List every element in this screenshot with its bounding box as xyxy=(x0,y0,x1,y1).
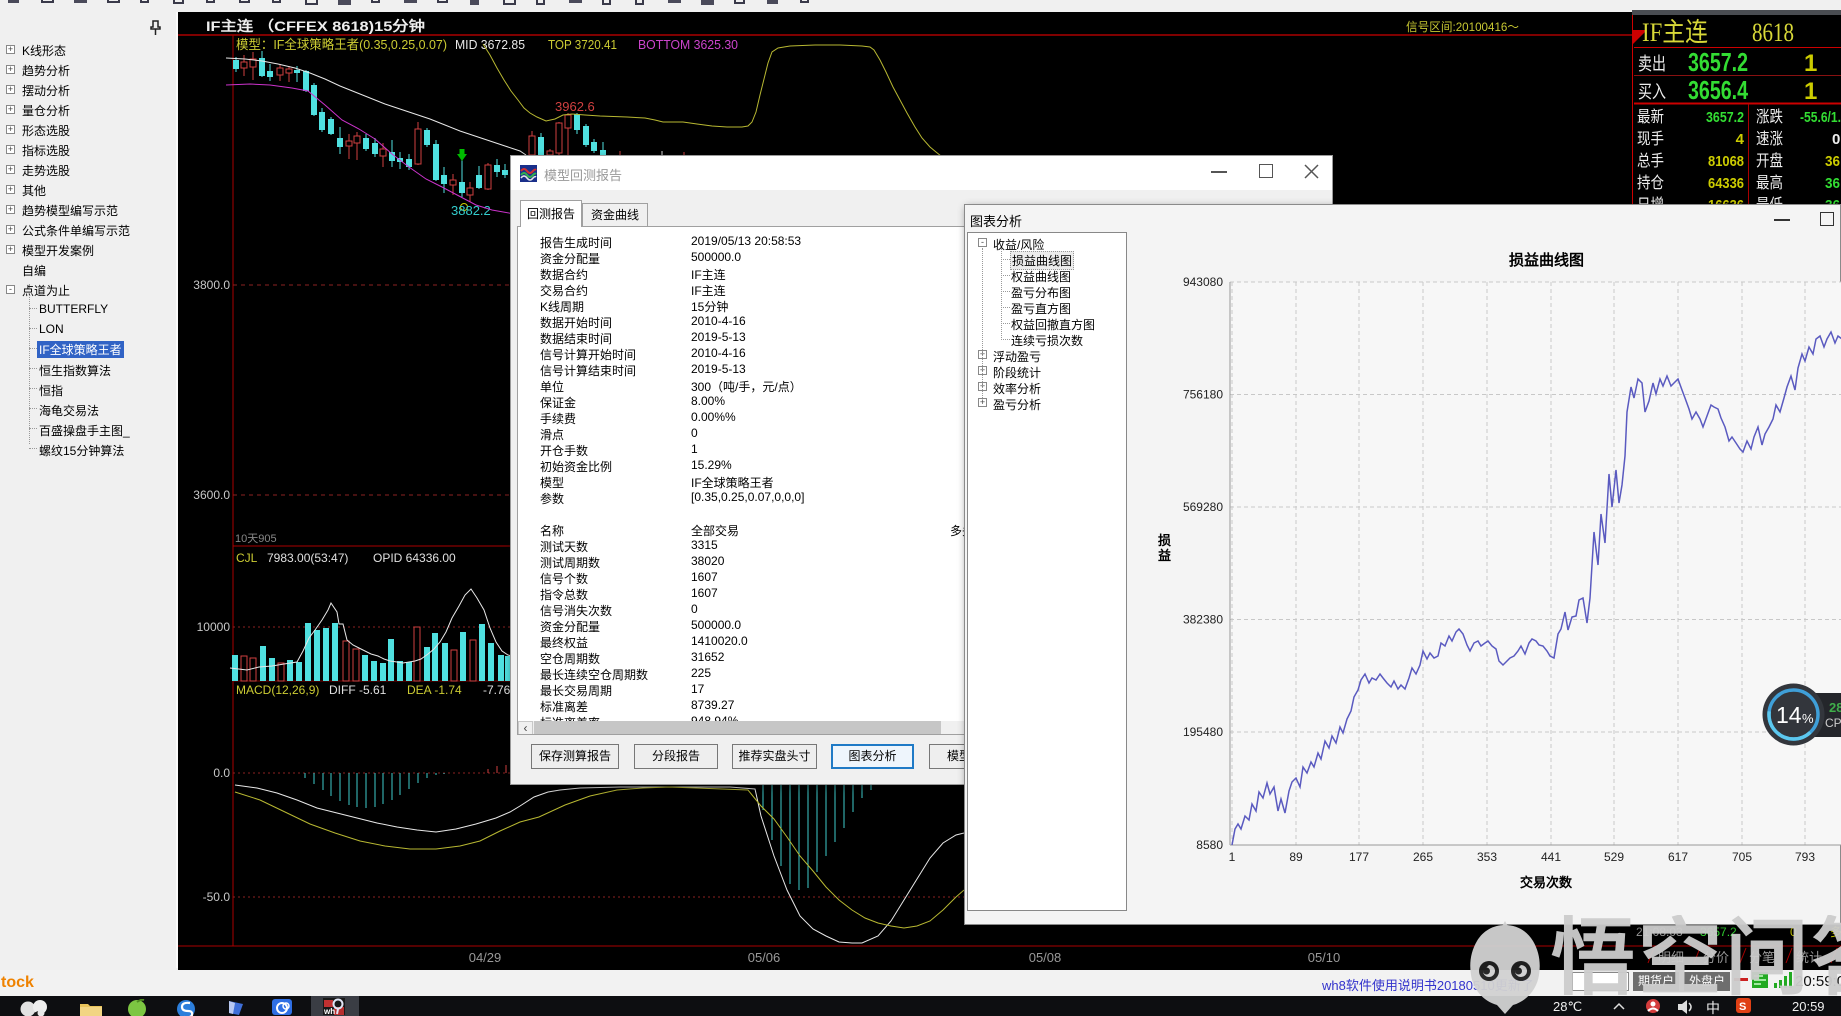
svg-text:现手: 现手 xyxy=(1637,130,1664,148)
svg-text:OPID 64336.00: OPID 64336.00 xyxy=(373,551,456,565)
svg-text:BOTTOM 3625.30: BOTTOM 3625.30 xyxy=(638,37,738,52)
svg-text:涨跌: 涨跌 xyxy=(1756,108,1783,126)
svg-text:10天905: 10天905 xyxy=(235,533,277,545)
svg-text:529: 529 xyxy=(1604,850,1624,864)
svg-text:441: 441 xyxy=(1541,850,1561,864)
svg-text:14: 14 xyxy=(1776,702,1802,728)
svg-text:-55.6/1.: -55.6/1. xyxy=(1800,109,1841,126)
svg-text:损: 损 xyxy=(1158,533,1171,548)
svg-text:05/08: 05/08 xyxy=(1029,950,1062,965)
svg-text:最高: 最高 xyxy=(1756,174,1783,192)
svg-text:3882.2: 3882.2 xyxy=(451,203,491,218)
svg-text:最新: 最新 xyxy=(1637,108,1664,126)
svg-text:3600.0: 3600.0 xyxy=(193,488,230,502)
svg-text:05/06: 05/06 xyxy=(748,950,781,965)
svg-text:wh: wh xyxy=(323,1007,335,1016)
svg-text:756180: 756180 xyxy=(1183,388,1223,402)
svg-text:10000: 10000 xyxy=(197,620,231,634)
svg-text:7983.00(53:47): 7983.00(53:47) xyxy=(267,551,348,565)
svg-text:速涨: 速涨 xyxy=(1756,130,1783,148)
svg-text:CJL: CJL xyxy=(236,551,258,565)
svg-text:DEA -1.74: DEA -1.74 xyxy=(407,683,462,697)
svg-text:793: 793 xyxy=(1795,850,1815,864)
svg-text:353: 353 xyxy=(1477,850,1497,864)
svg-text:IF主连 （CFFEX 8618)15分钟: IF主连 （CFFEX 8618)15分钟 xyxy=(206,18,425,34)
svg-text:64336: 64336 xyxy=(1708,175,1744,192)
svg-text:1: 1 xyxy=(1804,50,1817,77)
svg-text:89: 89 xyxy=(1289,850,1303,864)
svg-text:模型：IF全球策略王者(0.35,0.25,0.07): 模型：IF全球策略王者(0.35,0.25,0.07) xyxy=(236,37,447,52)
svg-text:1: 1 xyxy=(1804,78,1817,105)
svg-text:买入: 买入 xyxy=(1638,82,1666,102)
svg-text:3656.4: 3656.4 xyxy=(1688,75,1748,105)
svg-text:382380: 382380 xyxy=(1183,613,1223,627)
svg-text:195480: 195480 xyxy=(1183,725,1223,739)
svg-text:04/29: 04/29 xyxy=(469,950,502,965)
svg-text:81068: 81068 xyxy=(1708,153,1744,170)
svg-text:开盘: 开盘 xyxy=(1756,151,1783,170)
svg-text:8618: 8618 xyxy=(1752,18,1794,47)
svg-text:0.: 0. xyxy=(1832,131,1841,148)
svg-text:36: 36 xyxy=(1825,153,1840,170)
svg-text:943080: 943080 xyxy=(1183,275,1223,289)
svg-text:总手: 总手 xyxy=(1637,152,1664,170)
svg-text:DIFF -5.61: DIFF -5.61 xyxy=(329,683,387,697)
svg-text:信号区间:20100416～: 信号区间:20100416～ xyxy=(1406,20,1519,34)
svg-text:0.0: 0.0 xyxy=(213,766,230,780)
svg-text:177: 177 xyxy=(1349,850,1369,864)
svg-text:卖出: 卖出 xyxy=(1638,54,1666,74)
svg-text:%: % xyxy=(1802,711,1814,726)
svg-text:MACD(12,26,9): MACD(12,26,9) xyxy=(236,683,319,697)
svg-text:交易次数: 交易次数 xyxy=(1520,875,1573,890)
svg-text:TOP 3720.41: TOP 3720.41 xyxy=(548,37,617,52)
svg-text:3657.2: 3657.2 xyxy=(1688,47,1748,77)
svg-text:MID 3672.85: MID 3672.85 xyxy=(455,37,525,52)
svg-text:-50.0: -50.0 xyxy=(203,890,231,904)
svg-text:05/10: 05/10 xyxy=(1308,950,1341,965)
svg-text:3962.6: 3962.6 xyxy=(555,99,595,114)
svg-text:3657.2: 3657.2 xyxy=(1706,109,1744,126)
svg-text:8580: 8580 xyxy=(1196,838,1223,852)
svg-text:益: 益 xyxy=(1158,548,1171,563)
svg-text:705: 705 xyxy=(1732,850,1752,864)
svg-text:569280: 569280 xyxy=(1183,500,1223,514)
svg-text:1: 1 xyxy=(1229,850,1236,864)
svg-text:持仓: 持仓 xyxy=(1637,174,1664,192)
svg-text:损益曲线图: 损益曲线图 xyxy=(1509,251,1584,269)
svg-text:265: 265 xyxy=(1413,850,1433,864)
svg-text:617: 617 xyxy=(1668,850,1688,864)
svg-text:IF主连: IF主连 xyxy=(1642,18,1708,47)
svg-text:-7.76: -7.76 xyxy=(483,683,511,697)
svg-text:4: 4 xyxy=(1736,131,1745,148)
svg-text:36: 36 xyxy=(1825,175,1840,192)
svg-text:3800.0: 3800.0 xyxy=(193,278,230,292)
